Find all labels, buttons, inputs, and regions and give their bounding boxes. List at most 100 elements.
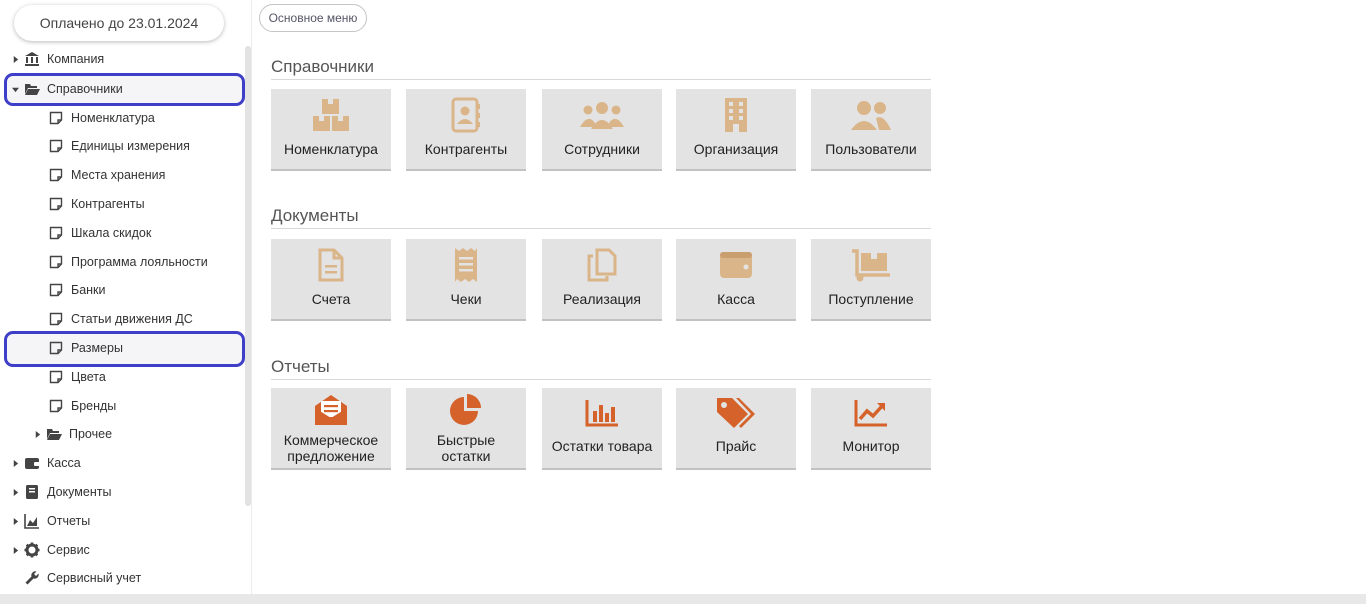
folder-open-icon <box>45 426 63 442</box>
folder-open-icon <box>23 81 41 97</box>
horizontal-scrollbar[interactable] <box>0 594 1366 604</box>
sidebar-item-brands[interactable]: Бренды <box>47 393 116 419</box>
sidebar-item-service-accounting[interactable]: Сервисный учет <box>23 565 141 591</box>
receipt-icon <box>453 239 479 291</box>
sidebar-item-contractors[interactable]: Контрагенты <box>47 191 145 217</box>
sidebar-item-label: Цвета <box>71 370 106 384</box>
tile-label: Пользователи <box>825 141 917 157</box>
sidebar-item-storage[interactable]: Места хранения <box>47 162 165 188</box>
sidebar-item-label: Касса <box>47 456 81 470</box>
tile-cashbox[interactable]: Касса <box>676 239 796 321</box>
tile-commercial-offer[interactable]: Коммерческое предложение <box>271 388 391 470</box>
sidebar-item-banks[interactable]: Банки <box>47 277 106 303</box>
caret-right-icon[interactable] <box>10 55 20 63</box>
tags-icon <box>715 388 757 438</box>
sidebar-item-label: Программа лояльности <box>71 255 208 269</box>
copy-icon <box>587 239 617 291</box>
tile-label: Организация <box>693 141 779 157</box>
tile-invoices[interactable]: Счета <box>271 239 391 321</box>
address-book-icon <box>451 89 481 141</box>
caret-right-icon[interactable] <box>10 546 20 554</box>
note-icon <box>47 369 65 385</box>
note-icon <box>47 398 65 414</box>
tile-quick-stock[interactable]: Быстрые остатки <box>406 388 526 470</box>
wrench-icon <box>23 570 41 586</box>
sidebar-item-documents[interactable]: Документы <box>10 479 111 505</box>
sidebar-item-company[interactable]: Компания <box>10 46 104 72</box>
sidebar-item-kassa[interactable]: Касса <box>10 450 81 476</box>
section-title: Отчеты <box>271 357 931 380</box>
wallet-icon <box>718 239 754 291</box>
caret-right-icon[interactable] <box>10 488 20 496</box>
sidebar-item-label: Единицы измерения <box>71 139 190 153</box>
tile-label: Касса <box>717 291 755 307</box>
tile-label: Поступление <box>828 291 914 307</box>
sidebar-item-service[interactable]: Сервис <box>10 537 90 563</box>
tile-contractors[interactable]: Контрагенты <box>406 89 526 171</box>
users-icon <box>580 89 624 141</box>
user-friends-icon <box>850 89 892 141</box>
dolly-icon <box>850 239 892 291</box>
tile-label: Коммерческое предложение <box>283 432 379 464</box>
section-title: Документы <box>271 206 931 229</box>
sidebar-item-sizes[interactable]: Размеры <box>47 335 123 361</box>
book-icon <box>23 484 41 500</box>
pie-chart-icon <box>448 388 484 432</box>
tile-receipts[interactable]: Чеки <box>406 239 526 321</box>
wallet-icon <box>23 455 41 471</box>
highlight-razmery <box>4 331 245 367</box>
bar-chart-icon <box>585 388 619 438</box>
tile-label: Чеки <box>450 291 482 307</box>
tile-price[interactable]: Прайс <box>676 388 796 470</box>
caret-right-icon[interactable] <box>10 459 20 467</box>
tile-arrivals[interactable]: Поступление <box>811 239 931 321</box>
paid-until-button[interactable]: Оплачено до 23.01.2024 <box>14 5 224 41</box>
scrollbar-thumb[interactable] <box>245 46 251 506</box>
sidebar-item-label: Шкала скидок <box>71 226 152 240</box>
note-icon <box>47 138 65 154</box>
note-icon <box>47 340 65 356</box>
sidebar-item-other[interactable]: Прочее <box>32 421 112 447</box>
sidebar-item-label: Места хранения <box>71 168 166 182</box>
sidebar-item-label: Контрагенты <box>71 197 145 211</box>
sidebar-item-label: Отчеты <box>47 514 91 528</box>
sidebar-item-spravochniki[interactable]: Справочники <box>10 76 123 102</box>
sidebar-item-colors[interactable]: Цвета <box>47 364 106 390</box>
tile-organization[interactable]: Организация <box>676 89 796 171</box>
tile-label: Остатки товара <box>551 438 653 454</box>
tile-label: Монитор <box>842 438 900 454</box>
envelope-open-icon <box>313 388 349 432</box>
sidebar-item-units[interactable]: Единицы измерения <box>47 133 190 159</box>
caret-right-icon[interactable] <box>32 430 42 438</box>
sidebar-item-discounts[interactable]: Шкала скидок <box>47 220 151 246</box>
sidebar-item-label: Бренды <box>71 399 117 413</box>
area-chart-icon <box>23 513 41 529</box>
main-menu-button[interactable]: Основное меню <box>259 4 367 32</box>
line-chart-icon <box>854 388 888 438</box>
boxes-icon <box>311 89 351 141</box>
sidebar-item-nomenklatura[interactable]: Номенклатура <box>47 105 155 131</box>
caret-right-icon[interactable] <box>10 517 20 525</box>
tile-monitor[interactable]: Монитор <box>811 388 931 470</box>
note-icon <box>47 196 65 212</box>
sidebar-item-label: Сервис <box>47 543 90 557</box>
building-icon <box>723 89 749 141</box>
sidebar-scrollbar[interactable] <box>245 46 251 506</box>
caret-down-icon[interactable] <box>10 86 20 93</box>
sidebar-item-label: Размеры <box>71 341 123 355</box>
sidebar-item-reports[interactable]: Отчеты <box>10 508 90 534</box>
note-icon <box>47 282 65 298</box>
tile-nomenklatura[interactable]: Номенклатура <box>271 89 391 171</box>
note-icon <box>47 110 65 126</box>
tile-employees[interactable]: Сотрудники <box>542 89 662 171</box>
sidebar-item-label: Банки <box>71 283 106 297</box>
tile-sales[interactable]: Реализация <box>542 239 662 321</box>
note-icon <box>47 167 65 183</box>
tile-stock-balance[interactable]: Остатки товара <box>542 388 662 470</box>
bank-icon <box>23 51 41 67</box>
sidebar-item-label: Сервисный учет <box>47 571 142 585</box>
sidebar-item-loyalty[interactable]: Программа лояльности <box>47 249 208 275</box>
tile-users[interactable]: Пользователи <box>811 89 931 171</box>
sidebar-item-cashflow[interactable]: Статьи движения ДС <box>47 306 193 332</box>
sidebar-item-label: Статьи движения ДС <box>71 312 193 326</box>
